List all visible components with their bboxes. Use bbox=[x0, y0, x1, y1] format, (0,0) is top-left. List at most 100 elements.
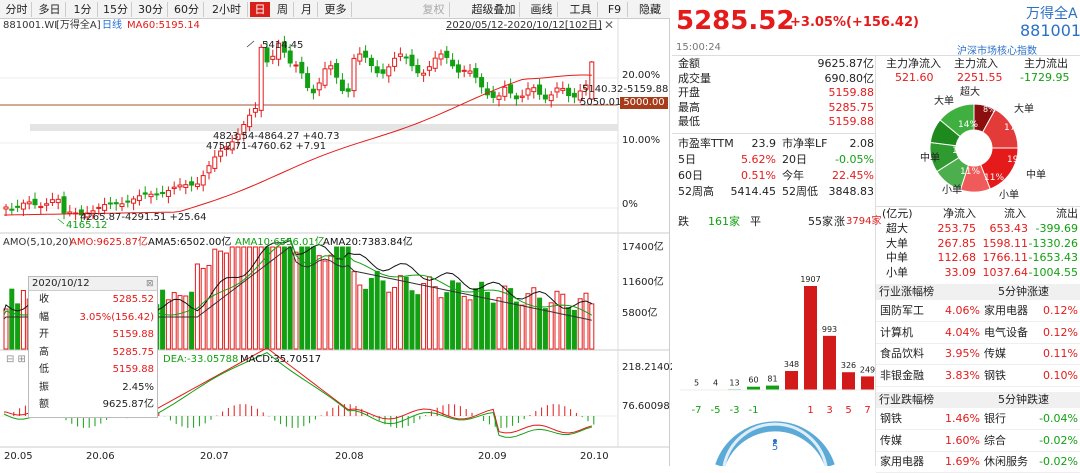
candle bbox=[49, 192, 55, 207]
candle bbox=[206, 161, 212, 180]
ratio-key1-3: 52周高 bbox=[678, 185, 714, 198]
main-net-inflow-value: 521.60 bbox=[895, 71, 934, 84]
ind_up-name-2[interactable]: 食品饮料 bbox=[880, 347, 924, 361]
volume-bar bbox=[165, 299, 171, 350]
ind_down-pct-0: 1.46% bbox=[945, 412, 980, 425]
restore-rights-button[interactable]: 复权 bbox=[418, 2, 450, 17]
super-overlay-button[interactable]: 超级叠加 bbox=[468, 2, 520, 17]
volume-bar bbox=[177, 295, 183, 350]
pct-label-20: 20.00% bbox=[622, 70, 661, 81]
ama10-legend: AMA10:6556.01亿 bbox=[235, 237, 325, 248]
ind_down-name-1[interactable]: 传媒 bbox=[880, 434, 902, 448]
tooltip-key-1: 幅 bbox=[39, 311, 49, 323]
up-label: 涨 bbox=[834, 215, 845, 228]
kline-chart-area[interactable]: 881001.WI [万得全A] 日线 MA60:5195.14 2020/05… bbox=[0, 19, 680, 466]
stat-value-1: 690.80亿 bbox=[824, 71, 875, 85]
volume-bar bbox=[502, 285, 508, 350]
ind_up-name-0[interactable]: 国防军工 bbox=[880, 304, 924, 318]
ind-up-header: 行业涨幅榜 5分钟涨速 bbox=[876, 284, 1080, 300]
volume-bar bbox=[200, 267, 206, 350]
volume-bar bbox=[322, 260, 328, 350]
period-60min[interactable]: 60分 bbox=[170, 2, 204, 17]
candle bbox=[9, 202, 15, 215]
flat-count: 55家 bbox=[808, 215, 833, 228]
volume-bar bbox=[421, 283, 427, 350]
stat-value-3: 5285.75 bbox=[828, 100, 875, 114]
volume-bar bbox=[473, 288, 479, 350]
stat-key-1: 成交量 bbox=[678, 71, 711, 85]
candle bbox=[508, 78, 514, 99]
breadth-bar-label: 993 bbox=[822, 325, 837, 334]
ratio-val2-2: 22.45% bbox=[832, 169, 874, 182]
ind_down-speed-name-0[interactable]: 银行 bbox=[984, 412, 1006, 426]
candle bbox=[519, 89, 525, 103]
period-day[interactable]: 日 bbox=[250, 2, 270, 17]
dea-legend: DEA:-33.05788 bbox=[163, 354, 239, 365]
breadth-tick-label: -5 bbox=[711, 405, 721, 416]
period-15min[interactable]: 15分 bbox=[100, 2, 132, 17]
candle bbox=[484, 82, 490, 99]
ratio-key2-0: 市净率LF bbox=[782, 137, 828, 150]
ind_up-name-1[interactable]: 计算机 bbox=[880, 326, 913, 340]
hide-button[interactable]: 隐藏 bbox=[632, 2, 668, 17]
draw-line-button[interactable]: 画线 bbox=[526, 2, 558, 17]
candle bbox=[345, 83, 351, 98]
breadth-tick-label: -7 bbox=[692, 405, 702, 416]
zoom-controls[interactable]: ⊟ ⊞ bbox=[6, 354, 26, 366]
date-label-6: 20.10 bbox=[580, 451, 609, 462]
ind_up-speed-3: 0.10% bbox=[1043, 368, 1078, 382]
volume-bar bbox=[426, 276, 432, 350]
volume-bar bbox=[484, 291, 490, 350]
period-more[interactable]: 更多 bbox=[320, 2, 352, 17]
candle bbox=[426, 60, 432, 77]
volume-bar bbox=[3, 308, 9, 350]
period-fenshi[interactable]: 分时 bbox=[2, 2, 32, 17]
amo-legend-title: AMO(5,10,20) bbox=[3, 237, 73, 248]
breadth-bar bbox=[823, 335, 836, 390]
date-label-5: 20.09 bbox=[478, 451, 507, 462]
ind_down-name-2[interactable]: 家用电器 bbox=[880, 455, 924, 469]
candle bbox=[61, 191, 67, 220]
candle bbox=[444, 46, 450, 64]
tools-button[interactable]: 工具 bbox=[564, 2, 598, 17]
flow-row-out-3: -1004.55 bbox=[1028, 265, 1078, 279]
candle bbox=[571, 88, 577, 104]
period-2hour[interactable]: 2小时 bbox=[206, 2, 248, 17]
f9-button[interactable]: F9 bbox=[602, 2, 628, 17]
candle bbox=[450, 53, 456, 69]
ind_up-speed-name-2[interactable]: 传媒 bbox=[984, 347, 1006, 361]
ratio-val2-1: -0.05% bbox=[835, 153, 874, 166]
period-month[interactable]: 月 bbox=[296, 2, 318, 17]
level-tag: 5000.00 bbox=[620, 97, 668, 109]
ind_down-speed-0: -0.04% bbox=[1039, 412, 1078, 425]
macd-legend: MACD:35.70517 bbox=[240, 354, 322, 365]
main-outflow-label: 主力流出 bbox=[1024, 57, 1068, 70]
flow-row-key-3: 小单 bbox=[886, 265, 908, 279]
ind_up-name-3[interactable]: 非银金融 bbox=[880, 369, 924, 383]
flow-row-in-3: 1037.64 bbox=[982, 265, 1029, 279]
ind_up-speed-name-3[interactable]: 钢铁 bbox=[984, 369, 1006, 383]
ind_down-speed-name-1[interactable]: 综合 bbox=[984, 434, 1006, 448]
period-1min[interactable]: 1分 bbox=[68, 2, 98, 17]
tooltip-close-icon[interactable]: ⊠ bbox=[146, 278, 154, 290]
ind_up-speed-0: 0.12% bbox=[1043, 304, 1078, 317]
candle bbox=[525, 82, 531, 100]
breadth-bar-label: 326 bbox=[841, 361, 856, 370]
flow-row-key-0: 超大 bbox=[886, 222, 908, 235]
volume-bar bbox=[415, 294, 421, 350]
candle bbox=[142, 186, 148, 199]
candle bbox=[357, 47, 363, 66]
period-week[interactable]: 周 bbox=[272, 2, 294, 17]
donut-label-mid-out: 中单 bbox=[920, 153, 940, 164]
candle bbox=[67, 205, 73, 217]
candle bbox=[293, 60, 299, 73]
period-30min[interactable]: 30分 bbox=[134, 2, 168, 17]
candle bbox=[403, 53, 409, 65]
vol-ytick-3: 5800亿 bbox=[622, 308, 658, 319]
up-count: 3794家 bbox=[846, 216, 882, 227]
breadth-bar-label: 4 bbox=[713, 379, 718, 388]
ind_down-name-0[interactable]: 钢铁 bbox=[880, 412, 902, 426]
volume-bar bbox=[403, 276, 409, 350]
ratio-key2-3: 52周低 bbox=[782, 185, 818, 198]
period-multiday[interactable]: 多日 bbox=[34, 2, 66, 17]
